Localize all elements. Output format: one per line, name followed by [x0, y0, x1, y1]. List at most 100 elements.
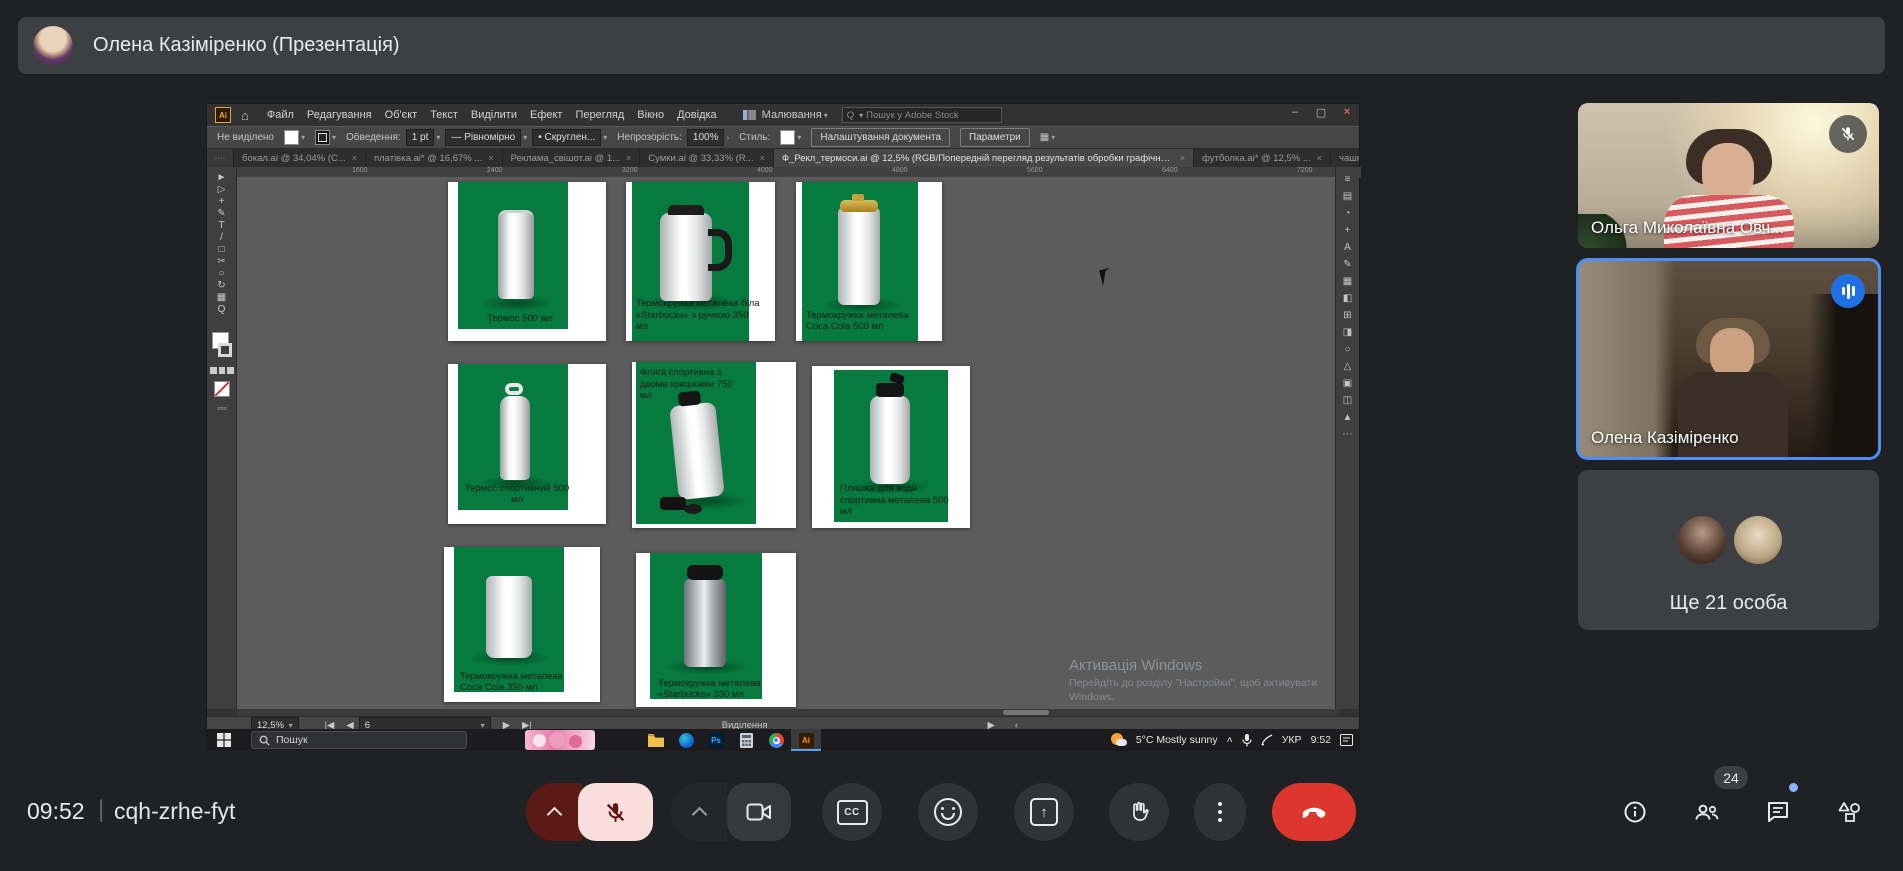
tool-icon[interactable]: ↻: [207, 280, 236, 292]
stroke-swatch[interactable]: [315, 130, 330, 145]
panel-icon[interactable]: A: [1336, 239, 1359, 256]
menu-item[interactable]: Вікно: [637, 109, 664, 121]
end-call-button[interactable]: [1272, 783, 1356, 841]
artboard-cocacola-mug-500[interactable]: Термокружка металева Coca Cola 500 мл: [796, 182, 942, 341]
maximize-button[interactable]: ▢: [1313, 106, 1329, 119]
close-tab-icon[interactable]: ×: [1180, 153, 1185, 163]
menu-item[interactable]: Ефект: [530, 109, 562, 121]
panel-icon[interactable]: ▣: [1336, 375, 1359, 392]
none-swatch[interactable]: [214, 381, 230, 397]
close-tab-icon[interactable]: ×: [352, 153, 357, 163]
panel-icon[interactable]: ✎: [1336, 256, 1359, 273]
panel-icon[interactable]: ≡: [1336, 171, 1359, 188]
artboard-flask-750[interactable]: Фляга спортивна з двома кришками 750 мл: [632, 362, 796, 528]
illustrator-taskbar-icon[interactable]: Ai: [791, 729, 821, 751]
tab-overflow-button[interactable]: ····: [207, 149, 234, 167]
document-tab[interactable]: Реклама_свішот.ai @ 1... ×: [503, 149, 641, 167]
mic-options-chevron[interactable]: [526, 783, 582, 841]
artboard-cocacola-mug-350[interactable]: Термокружка металева Coca Cola 350 мл: [444, 547, 600, 702]
canvas[interactable]: Термос 500 мл Термокружка металева біла …: [237, 177, 1337, 709]
tool-icon[interactable]: ▦: [207, 292, 236, 304]
close-tab-icon[interactable]: ×: [1317, 153, 1322, 163]
document-setup-button[interactable]: Налаштування документа: [811, 128, 950, 147]
tool-icon[interactable]: +: [207, 196, 236, 208]
start-button[interactable]: [207, 729, 241, 751]
document-tab[interactable]: бокал.ai @ 34,04% (C... ×: [234, 149, 366, 167]
tool-icon[interactable]: T: [207, 220, 236, 232]
stroke-profile-select[interactable]: — Рівномірно: [445, 129, 521, 146]
weather-text[interactable]: 5°C Mostly sunny: [1136, 734, 1218, 746]
menu-item[interactable]: Виділити: [471, 109, 517, 121]
drawing-modes-icon[interactable]: ▫▫▫: [211, 403, 233, 413]
tray-expand-caret[interactable]: ˄: [1227, 734, 1233, 746]
document-tab[interactable]: футболка.ai* @ 12,5% ... ×: [1194, 149, 1331, 167]
tool-icon[interactable]: ►: [207, 172, 236, 184]
panel-icon[interactable]: ◧: [1336, 290, 1359, 307]
meeting-details-button[interactable]: [1620, 797, 1650, 827]
stroke-width-field[interactable]: 1 pt: [406, 129, 435, 146]
calculator-icon[interactable]: [731, 729, 761, 751]
chat-button[interactable]: [1763, 797, 1793, 827]
document-tab[interactable]: Сумки.ai @ 33,33% (R... ×: [640, 149, 774, 167]
menu-item[interactable]: Довідка: [677, 109, 717, 121]
tray-pen-icon[interactable]: [1261, 734, 1273, 746]
menu-item[interactable]: Файл: [267, 109, 294, 121]
brush-select[interactable]: • Скруглен...: [532, 129, 601, 146]
photoshop-icon[interactable]: Ps: [701, 729, 731, 751]
menu-item[interactable]: Редагування: [307, 109, 372, 121]
panel-icon[interactable]: +: [1336, 222, 1359, 239]
panel-icon[interactable]: ▤: [1336, 188, 1359, 205]
tool-icon[interactable]: Q: [207, 304, 236, 316]
panel-icon[interactable]: ◨: [1336, 324, 1359, 341]
file-explorer-icon[interactable]: [641, 729, 671, 751]
stroke-color-swatch[interactable]: [218, 343, 232, 357]
workspace-name[interactable]: Малювання: [762, 109, 822, 121]
menu-item[interactable]: Перегляд: [575, 109, 624, 121]
participant-tile-olena[interactable]: Олена Казіміренко: [1578, 260, 1879, 458]
align-icon[interactable]: ▦: [1040, 132, 1049, 143]
menu-item[interactable]: Текст: [430, 109, 458, 121]
menu-item[interactable]: Об'єкт: [385, 109, 418, 121]
camera-toggle-button[interactable]: [727, 783, 791, 841]
artboard-water-bottle[interactable]: Пляшка для води спортивна металева 500 м…: [812, 366, 970, 528]
stock-search-input[interactable]: Q ▾ Пошук у Adobe Stock: [842, 107, 1002, 123]
reactions-button[interactable]: [918, 783, 978, 841]
artboard-starbucks-tumbler[interactable]: Термокружка металева «Starbucks» 330 мл: [636, 553, 796, 707]
document-tab[interactable]: платівка.ai* @ 16,67% ... ×: [366, 149, 503, 167]
raise-hand-button[interactable]: [1109, 783, 1169, 841]
participants-button[interactable]: [1692, 797, 1722, 827]
tool-icon[interactable]: ✂: [207, 256, 236, 268]
chrome-icon[interactable]: [761, 729, 791, 751]
panel-icon[interactable]: ⋯: [1336, 426, 1359, 443]
horizontal-scrollbar[interactable]: [237, 709, 1337, 716]
color-mode-icons[interactable]: [210, 367, 234, 374]
present-button[interactable]: ↑: [1014, 783, 1074, 841]
minimize-button[interactable]: –: [1287, 106, 1303, 119]
close-tab-icon[interactable]: ×: [760, 153, 765, 163]
mic-toggle-button[interactable]: [578, 783, 653, 841]
activities-button[interactable]: [1834, 797, 1864, 827]
widgets-thumbnail[interactable]: [525, 730, 595, 750]
preferences-button[interactable]: Параметри: [960, 128, 1030, 147]
document-tab[interactable]: чашки_двокольорові.ai ×: [1331, 149, 1359, 167]
captions-button[interactable]: CC: [822, 783, 882, 841]
document-tab[interactable]: Ф_Рекл_термоси.ai @ 12,5% (RGB/Попередні…: [774, 149, 1194, 167]
tray-mic-icon[interactable]: [1242, 734, 1252, 747]
fill-swatch[interactable]: [284, 130, 299, 145]
action-center-icon[interactable]: [1340, 734, 1353, 746]
artboard-thermos-500[interactable]: Термос 500 мл: [448, 182, 606, 341]
panel-icon[interactable]: ○: [1336, 341, 1359, 358]
tool-icon[interactable]: /: [207, 232, 236, 244]
more-participants-tile[interactable]: Ще 21 особа: [1578, 470, 1879, 630]
close-button[interactable]: ×: [1339, 106, 1355, 119]
panel-icon[interactable]: ▦: [1336, 273, 1359, 290]
tool-icon[interactable]: ▷: [207, 184, 236, 196]
panel-icon[interactable]: ▲: [1336, 409, 1359, 426]
tool-icon[interactable]: ○: [207, 268, 236, 280]
more-options-button[interactable]: [1194, 783, 1246, 841]
opacity-field[interactable]: 100%: [687, 129, 725, 146]
close-tab-icon[interactable]: ×: [626, 153, 631, 163]
panel-icon[interactable]: ◔: [1336, 205, 1359, 222]
participant-tile-olha[interactable]: Ольга Миколаївна Овч...: [1578, 103, 1879, 248]
scrollbar-thumb[interactable]: [1003, 710, 1049, 715]
